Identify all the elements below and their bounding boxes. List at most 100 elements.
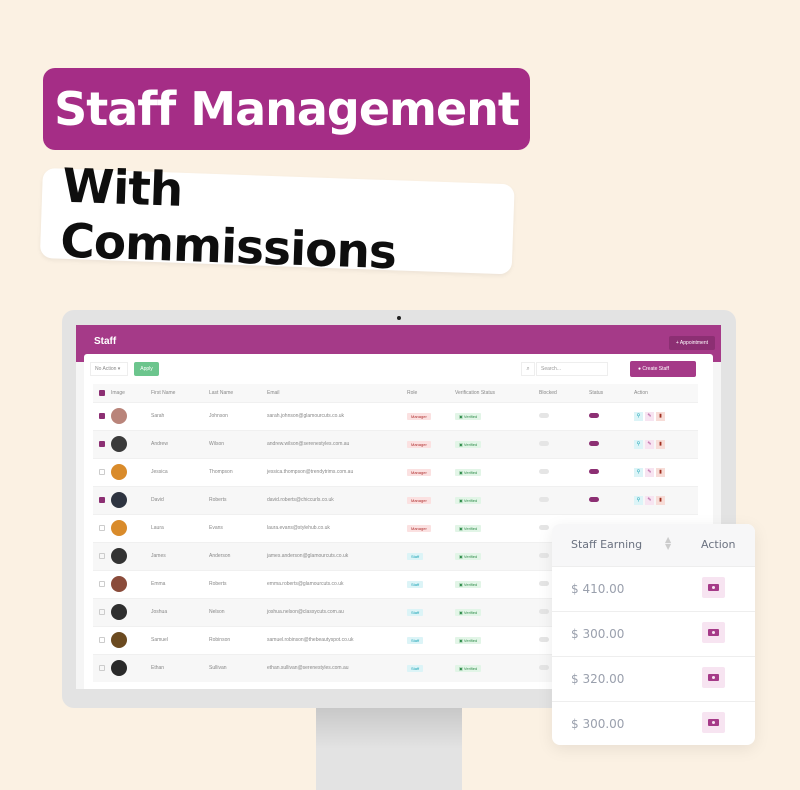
avatar bbox=[111, 548, 127, 564]
status-toggle[interactable] bbox=[589, 497, 599, 503]
table-row: David Roberts david.roberts@chiccurls.co.u… bbox=[93, 485, 698, 514]
verification-badge: ▣ Verified bbox=[455, 552, 482, 560]
avatar bbox=[111, 464, 127, 480]
role-badge: Manager bbox=[407, 412, 431, 420]
blocked-toggle[interactable] bbox=[539, 581, 549, 587]
money-icon bbox=[708, 629, 719, 636]
status-toggle[interactable] bbox=[589, 413, 599, 419]
first-name: James bbox=[151, 541, 209, 570]
row-checkbox[interactable] bbox=[99, 665, 105, 672]
last-name: Evans bbox=[209, 513, 267, 542]
pay-commission-button[interactable] bbox=[702, 577, 725, 598]
last-name: Sullivan bbox=[209, 653, 267, 682]
avatar bbox=[111, 632, 127, 648]
staff-earning-header[interactable]: Staff Earning bbox=[571, 538, 642, 551]
row-checkbox[interactable] bbox=[99, 412, 105, 419]
verification-badge: ▣ Verified bbox=[455, 580, 482, 588]
blocked-toggle[interactable] bbox=[539, 525, 549, 531]
apply-button[interactable]: Apply bbox=[134, 362, 159, 376]
status-toggle[interactable] bbox=[589, 469, 599, 475]
camera-dot bbox=[397, 316, 401, 320]
search-input[interactable]: Search... bbox=[536, 362, 608, 376]
edit-icon[interactable]: ✎ bbox=[645, 411, 654, 421]
last-name: Roberts bbox=[209, 569, 267, 598]
last-name: Robinson bbox=[209, 625, 267, 654]
edit-icon[interactable]: ✎ bbox=[645, 495, 654, 505]
blocked-toggle[interactable] bbox=[539, 665, 549, 671]
pay-commission-button[interactable] bbox=[702, 667, 725, 688]
blocked-toggle[interactable] bbox=[539, 637, 549, 643]
delete-icon[interactable]: ▮ bbox=[656, 467, 665, 477]
column-header[interactable]: Action bbox=[634, 384, 698, 402]
earning-amount: $ 320.00 bbox=[571, 672, 625, 686]
monitor-stand bbox=[316, 708, 462, 790]
column-header[interactable]: Blocked bbox=[539, 384, 589, 402]
delete-icon[interactable]: ▮ bbox=[656, 495, 665, 505]
avatar bbox=[111, 408, 127, 424]
column-header[interactable]: Verification Status bbox=[455, 384, 539, 402]
blocked-toggle[interactable] bbox=[539, 497, 549, 503]
row-checkbox[interactable] bbox=[99, 496, 105, 503]
delete-icon[interactable]: ▮ bbox=[656, 439, 665, 449]
verification-badge: ▣ Verified bbox=[455, 468, 482, 476]
row-checkbox[interactable] bbox=[99, 552, 105, 559]
sort-icon[interactable]: ▲ ▼ bbox=[665, 536, 671, 551]
table-row: Sarah Johnson sarah.johnson@glamourcuts.co… bbox=[93, 401, 698, 430]
first-name: Laura bbox=[151, 513, 209, 542]
delete-icon[interactable]: ▮ bbox=[656, 411, 665, 421]
bulk-action-select[interactable]: No Action ▾ bbox=[90, 362, 128, 376]
avatar bbox=[111, 660, 127, 677]
email: emma.roberts@glamourcuts.co.uk bbox=[267, 569, 407, 598]
row-checkbox[interactable] bbox=[99, 580, 105, 587]
row-checkbox[interactable] bbox=[99, 440, 105, 447]
edit-icon[interactable]: ✎ bbox=[645, 467, 654, 477]
add-appointment-button[interactable]: + Appointment bbox=[668, 336, 715, 350]
select-all-checkbox[interactable] bbox=[99, 389, 105, 396]
email: joshua.nelson@classycuts.com.au bbox=[267, 597, 407, 626]
role-badge: Manager bbox=[407, 496, 431, 504]
blocked-toggle[interactable] bbox=[539, 609, 549, 615]
avatar bbox=[111, 492, 127, 508]
row-checkbox[interactable] bbox=[99, 468, 105, 475]
row-checkbox[interactable] bbox=[99, 524, 105, 531]
view-icon[interactable]: ⚲ bbox=[634, 495, 643, 505]
role-badge: Staff bbox=[407, 636, 424, 644]
earning-row: $ 300.00 bbox=[552, 611, 755, 656]
column-header[interactable]: Role bbox=[407, 384, 455, 402]
column-header[interactable]: Email bbox=[267, 384, 407, 402]
blocked-toggle[interactable] bbox=[539, 413, 549, 419]
blocked-toggle[interactable] bbox=[539, 553, 549, 559]
blocked-toggle[interactable] bbox=[539, 469, 549, 475]
view-icon[interactable]: ⚲ bbox=[634, 411, 643, 421]
pay-commission-button[interactable] bbox=[702, 712, 725, 733]
money-icon bbox=[708, 719, 719, 726]
create-staff-button[interactable]: ● Create Staff bbox=[630, 361, 696, 377]
role-badge: Staff bbox=[407, 608, 424, 616]
action-header: Action bbox=[701, 538, 736, 551]
view-icon[interactable]: ⚲ bbox=[634, 467, 643, 477]
column-header[interactable]: Status bbox=[589, 384, 634, 402]
last-name: Johnson bbox=[209, 401, 267, 430]
first-name: Ethan bbox=[151, 653, 209, 682]
column-header[interactable]: First Name bbox=[151, 384, 209, 402]
verification-badge: ▣ Verified bbox=[455, 524, 482, 532]
verification-badge: ▣ Verified bbox=[455, 496, 482, 504]
row-checkbox[interactable] bbox=[99, 608, 105, 615]
row-checkbox[interactable] bbox=[99, 636, 105, 643]
table-header-row: Image First Name Last Name Email Role Verific… bbox=[93, 384, 698, 402]
last-name: Thompson bbox=[209, 457, 267, 486]
column-header[interactable]: Image bbox=[111, 384, 151, 402]
edit-icon[interactable]: ✎ bbox=[645, 439, 654, 449]
blocked-toggle[interactable] bbox=[539, 441, 549, 447]
column-header[interactable]: Last Name bbox=[209, 384, 267, 402]
money-icon bbox=[708, 674, 719, 681]
pay-commission-button[interactable] bbox=[702, 622, 725, 643]
view-icon[interactable]: ⚲ bbox=[634, 439, 643, 449]
status-toggle[interactable] bbox=[589, 441, 599, 447]
avatar bbox=[111, 604, 127, 620]
avatar bbox=[111, 520, 127, 536]
avatar bbox=[111, 576, 127, 592]
earning-amount: $ 410.00 bbox=[571, 582, 625, 596]
table-row: Jessica Thompson jessica.thompson@trendytr… bbox=[93, 457, 698, 486]
staff-earning-card: Staff Earning ▲ ▼ Action $ 410.00 $ 300.00… bbox=[552, 524, 755, 745]
